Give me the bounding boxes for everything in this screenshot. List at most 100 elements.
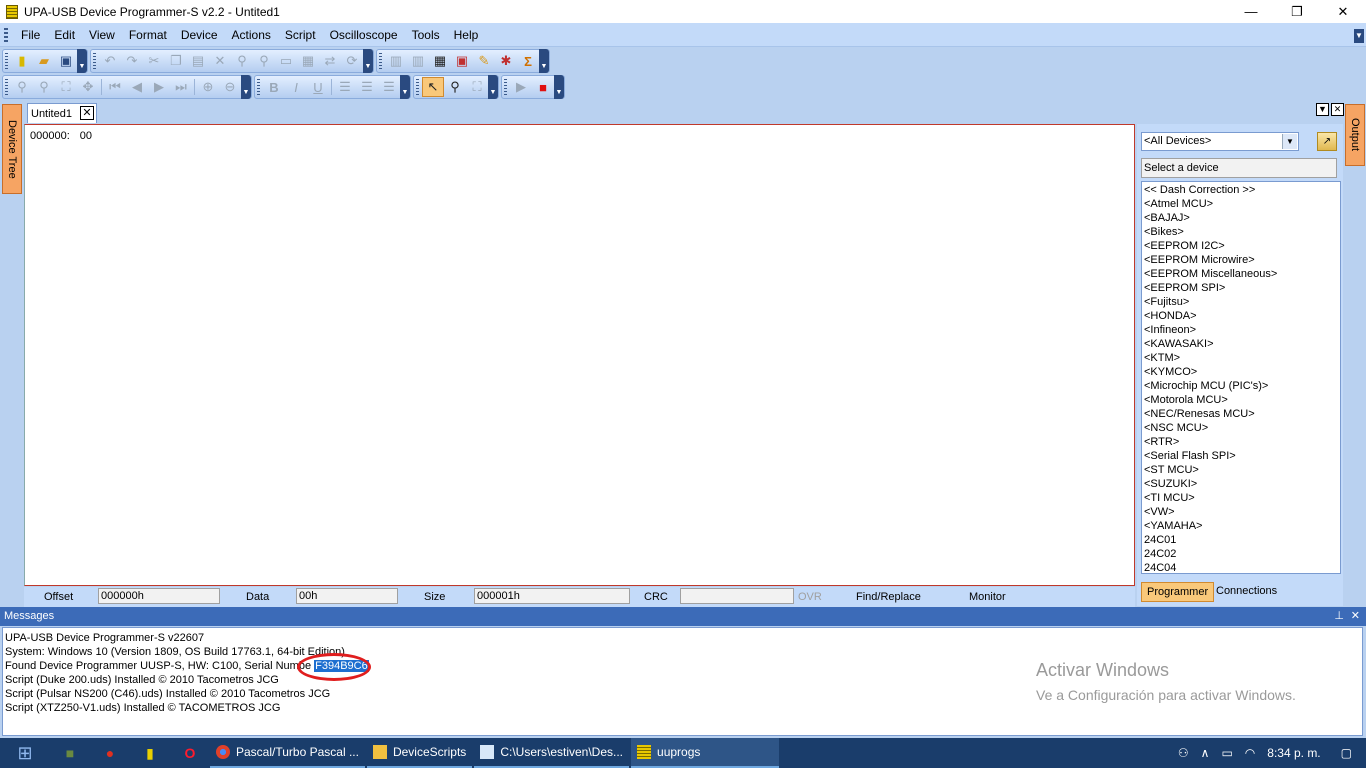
stop-icon[interactable]: ■ bbox=[532, 77, 554, 97]
undo-icon[interactable]: ↶ bbox=[99, 51, 121, 71]
restore-button[interactable]: ❐ bbox=[1274, 0, 1320, 23]
goto-icon[interactable]: ▭ bbox=[275, 51, 297, 71]
device-list-item[interactable]: <EEPROM Microwire> bbox=[1142, 253, 1340, 267]
refresh-icon[interactable]: ⟳ bbox=[341, 51, 363, 71]
tab-connections[interactable]: Connections bbox=[1211, 582, 1282, 602]
menu-script[interactable]: Script bbox=[278, 23, 323, 47]
pan-icon[interactable]: ✥ bbox=[77, 77, 99, 97]
task-chrome[interactable]: Pascal/Turbo Pascal ... bbox=[210, 738, 365, 768]
minecraft-icon[interactable]: ■ bbox=[50, 738, 90, 768]
device-list-item[interactable]: <Motorola MCU> bbox=[1142, 393, 1340, 407]
upa-taskbar-icon[interactable]: ▮ bbox=[130, 738, 170, 768]
bold-icon[interactable]: B bbox=[263, 77, 285, 97]
find-icon[interactable]: ⚲ bbox=[231, 51, 253, 71]
toolbar-grip-icon[interactable] bbox=[257, 79, 260, 95]
close-button[interactable]: ✕ bbox=[1320, 0, 1366, 23]
wifi-icon[interactable]: ◠ bbox=[1239, 746, 1261, 760]
device-list-item[interactable]: <HONDA> bbox=[1142, 309, 1340, 323]
tab-programmer[interactable]: Programmer bbox=[1141, 582, 1215, 602]
hex-editor[interactable]: 000000: 00 bbox=[24, 124, 1135, 586]
zoom-out-icon[interactable]: ⚲ bbox=[33, 77, 55, 97]
toolbar-dropdown-icon[interactable]: ▼ bbox=[363, 49, 373, 73]
device-list-item[interactable]: 24C04 bbox=[1142, 561, 1340, 573]
fit-window-icon[interactable]: ⛶ bbox=[466, 77, 488, 97]
opera-icon[interactable]: O bbox=[170, 738, 210, 768]
device-list-item[interactable]: 24C02 bbox=[1142, 547, 1340, 561]
run-play-icon[interactable]: ▶ bbox=[510, 77, 532, 97]
transfer-icon[interactable]: ⇄ bbox=[319, 51, 341, 71]
device-list-item[interactable]: <Serial Flash SPI> bbox=[1142, 449, 1340, 463]
document-tab[interactable]: Untited1 ✕ bbox=[27, 103, 97, 123]
device-list-item[interactable]: <VW> bbox=[1142, 505, 1340, 519]
align-right-icon[interactable]: ☰ bbox=[378, 77, 400, 97]
device-list-item[interactable]: <SUZUKI> bbox=[1142, 477, 1340, 491]
underline-icon[interactable]: U bbox=[307, 77, 329, 97]
device-list-item[interactable]: <KTM> bbox=[1142, 351, 1340, 365]
device-tree-tab[interactable]: Device Tree bbox=[2, 104, 22, 194]
hex-value[interactable]: 00 bbox=[80, 130, 92, 142]
toolbar-dropdown-icon[interactable]: ▼ bbox=[554, 75, 564, 99]
menu-oscilloscope[interactable]: Oscilloscope bbox=[323, 23, 405, 47]
first-icon[interactable]: ⏮ bbox=[104, 77, 126, 97]
toolbar-grip-icon[interactable] bbox=[93, 53, 96, 69]
menu-device[interactable]: Device bbox=[174, 23, 225, 47]
menu-format[interactable]: Format bbox=[122, 23, 174, 47]
toolbar-grip-icon[interactable] bbox=[504, 79, 507, 95]
device-list-item[interactable]: <NEC/Renesas MCU> bbox=[1142, 407, 1340, 421]
battery-icon[interactable]: ▭ bbox=[1215, 746, 1238, 760]
copy-icon[interactable]: ❐ bbox=[165, 51, 187, 71]
toolbar-dropdown-icon[interactable]: ▼ bbox=[400, 75, 410, 99]
monitor-label[interactable]: Monitor bbox=[969, 591, 1006, 603]
toolbar-dropdown-icon[interactable]: ▼ bbox=[539, 49, 549, 73]
device-list-item[interactable]: <KYMCO> bbox=[1142, 365, 1340, 379]
device-list-item[interactable]: <KAWASAKI> bbox=[1142, 337, 1340, 351]
toolbar-dropdown-icon[interactable]: ▼ bbox=[77, 49, 87, 73]
menu-tools[interactable]: Tools bbox=[405, 23, 447, 47]
toolbar-dropdown-icon[interactable]: ▼ bbox=[241, 75, 251, 99]
device-list-item[interactable]: <Infineon> bbox=[1142, 323, 1340, 337]
device-list-item[interactable]: <BAJAJ> bbox=[1142, 211, 1340, 225]
task-notepad[interactable]: C:\Users\estiven\Des... bbox=[474, 738, 630, 768]
window-list-dropdown-icon[interactable]: ▼ bbox=[1316, 103, 1329, 116]
menu-grip-icon[interactable] bbox=[4, 27, 8, 42]
device-list-item[interactable]: <Fujitsu> bbox=[1142, 295, 1340, 309]
device-list-item[interactable]: <EEPROM SPI> bbox=[1142, 281, 1340, 295]
device-list-item[interactable]: <NSC MCU> bbox=[1142, 421, 1340, 435]
fit-icon[interactable]: ⛶ bbox=[55, 77, 77, 97]
verify-icon[interactable]: ▣ bbox=[451, 51, 473, 71]
next-icon[interactable]: ▶ bbox=[148, 77, 170, 97]
menu-view[interactable]: View bbox=[82, 23, 122, 47]
align-left-icon[interactable]: ☰ bbox=[334, 77, 356, 97]
prev-icon[interactable]: ◀ bbox=[126, 77, 148, 97]
debug-bug-icon[interactable]: ✱ bbox=[495, 51, 517, 71]
close-tab-icon[interactable]: ✕ bbox=[80, 106, 94, 120]
replace-icon[interactable]: ⚲ bbox=[253, 51, 275, 71]
write-icon[interactable]: ▥ bbox=[407, 51, 429, 71]
minimize-button[interactable]: — bbox=[1228, 0, 1274, 23]
select-device-field[interactable]: Select a device bbox=[1141, 158, 1337, 178]
new-file-icon[interactable]: ▮ bbox=[11, 51, 33, 71]
pointer-icon[interactable]: ↖ bbox=[422, 77, 444, 97]
menu-help[interactable]: Help bbox=[447, 23, 486, 47]
menu-overflow-icon[interactable]: ▼ bbox=[1354, 29, 1364, 43]
device-list-item[interactable]: <RTR> bbox=[1142, 435, 1340, 449]
paste-icon[interactable]: ▤ bbox=[187, 51, 209, 71]
close-document-icon[interactable]: ✕ bbox=[1331, 103, 1344, 116]
zoom-in-icon[interactable]: ⚲ bbox=[11, 77, 33, 97]
device-list[interactable]: << Dash Correction >> <Atmel MCU> <BAJAJ> <… bbox=[1141, 181, 1341, 574]
close-messages-icon[interactable]: ✕ bbox=[1351, 607, 1360, 626]
device-list-item[interactable]: <EEPROM I2C> bbox=[1142, 239, 1340, 253]
notifications-icon[interactable]: ▢ bbox=[1327, 746, 1366, 760]
device-list-item[interactable]: <EEPROM Miscellaneous> bbox=[1142, 267, 1340, 281]
device-filter-select[interactable]: <All Devices> ▼ bbox=[1141, 132, 1299, 151]
save-icon[interactable]: ▣ bbox=[55, 51, 77, 71]
output-tab[interactable]: Output bbox=[1345, 104, 1365, 166]
menu-file[interactable]: File bbox=[14, 23, 47, 47]
find-replace-label[interactable]: Find/Replace bbox=[856, 591, 921, 603]
task-uuprogs[interactable]: uuprogs bbox=[631, 738, 780, 768]
toolbar-grip-icon[interactable] bbox=[5, 53, 8, 69]
device-list-item[interactable]: <YAMAHA> bbox=[1142, 519, 1340, 533]
menu-edit[interactable]: Edit bbox=[47, 23, 82, 47]
device-list-item[interactable]: 24C01 bbox=[1142, 533, 1340, 547]
menu-actions[interactable]: Actions bbox=[225, 23, 278, 47]
